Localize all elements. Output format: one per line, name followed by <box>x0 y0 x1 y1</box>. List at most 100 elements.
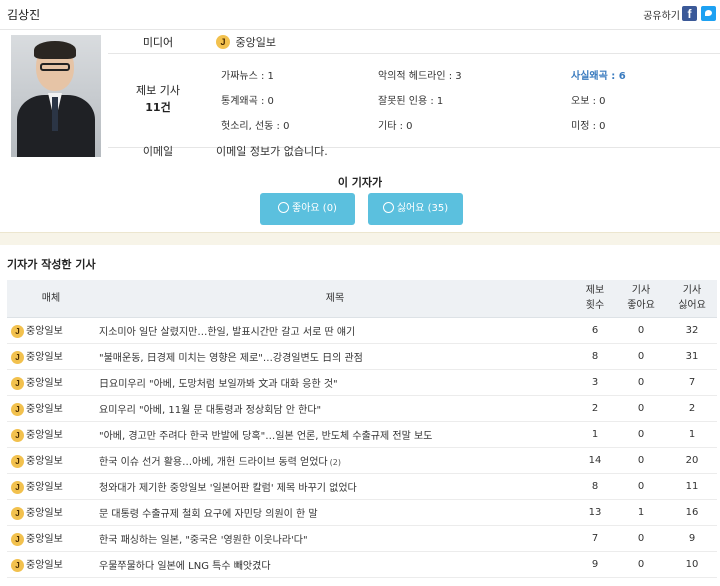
row-likes: 0 <box>615 395 667 422</box>
joongang-logo-icon: J <box>11 480 24 494</box>
row-media-name[interactable]: 중앙일보 <box>26 482 63 493</box>
joongang-logo-icon: J <box>11 350 24 364</box>
row-title[interactable]: 요미우리 "아베, 11월 문 대통령과 정상회담 안 한다" <box>95 395 575 422</box>
joongang-logo-icon: J <box>11 454 24 468</box>
row-media[interactable]: J 중앙일보 <box>7 395 95 422</box>
article-title-link[interactable]: 우물쭈물하다 일본에 LNG 특수 빼앗겼다 <box>99 561 271 572</box>
article-title-link[interactable]: 문 대통령 수출규제 철회 요구에 자민당 의원이 한 말 <box>99 509 318 520</box>
stat-misreport: 오보 : 0 <box>571 96 606 107</box>
row-likes: 0 <box>615 369 667 396</box>
media-row: 미디어 J 중앙일보 <box>108 30 720 54</box>
row-reports: 8 <box>575 343 615 370</box>
facebook-icon[interactable]: f <box>682 6 697 21</box>
report-count-label: 제보 기사 11건 <box>136 84 180 114</box>
article-title-link[interactable]: 청와대가 제기한 중앙일보 '일본어판 칼럼' 제목 바꾸기 없었다 <box>99 483 357 494</box>
row-title[interactable]: 한국 패싱하는 일본, "중국은 '영원한 이웃나라'다" <box>95 525 575 552</box>
row-media-name[interactable]: 중앙일보 <box>26 404 63 415</box>
row-media-name[interactable]: 중앙일보 <box>26 378 63 389</box>
stat-nonsense: 헛소리, 선동 : 0 <box>221 121 290 132</box>
row-dislikes: 1 <box>667 421 717 448</box>
stat-statistics-distortion: 통계왜곡 : 0 <box>221 96 274 107</box>
joongang-logo-icon: J <box>11 376 24 390</box>
row-media-name[interactable]: 중앙일보 <box>26 352 63 363</box>
row-title[interactable]: 우물쭈물하다 일본에 LNG 특수 빼앗겼다 <box>95 551 575 578</box>
report-stats-row: 제보 기사 11건 가짜뉴스 : 1 악의적 헤드라인 : 3 사실왜곡 : 6… <box>108 54 720 148</box>
row-title[interactable]: 청와대가 제기한 중앙일보 '일본어판 칼럼' 제목 바꾸기 없었다 <box>95 473 575 500</box>
col-media: 매체 <box>7 280 95 318</box>
twitter-icon[interactable] <box>701 6 716 21</box>
like-button[interactable]: 좋아요 (0) <box>260 193 355 225</box>
row-media-name[interactable]: 중앙일보 <box>26 430 63 441</box>
reporter-photo <box>11 35 101 157</box>
media-value[interactable]: J 중앙일보 <box>216 34 276 50</box>
row-dislikes: 9 <box>667 525 717 552</box>
article-title-link[interactable]: 요미우리 "아베, 11월 문 대통령과 정상회담 안 한다" <box>99 405 321 416</box>
email-label: 이메일 <box>142 145 174 158</box>
row-media[interactable]: J 중앙일보 <box>7 369 95 396</box>
table-row: J 중앙일보 日요미우리 "아베, 도망처럼 보일까봐 文과 대화 응한 것" 3 0 7 <box>7 369 717 396</box>
article-title-link[interactable]: "아베, 경고만 주려다 한국 반발에 당혹"…일본 언론, 반도체 수출규제 … <box>99 431 432 442</box>
article-title-link[interactable]: 한국 패싱하는 일본, "중국은 '영원한 이웃나라'다" <box>99 535 308 546</box>
smile-icon <box>278 202 290 213</box>
row-title[interactable]: 한국 이슈 선거 활용…아베, 개헌 드라이브 동력 얻었다 (2) <box>95 447 575 474</box>
row-media[interactable]: J 중앙일보 <box>7 343 95 370</box>
row-dislikes: 32 <box>667 317 717 344</box>
row-title[interactable]: "아베, 경고만 주려다 한국 반발에 당혹"…일본 언론, 반도체 수출규제 … <box>95 421 575 448</box>
dislike-button[interactable]: 싫어요 (35) <box>368 193 463 225</box>
stat-distortion: 사실왜곡 : 6 <box>571 71 626 82</box>
row-media[interactable]: J 중앙일보 <box>7 447 95 474</box>
row-title[interactable]: "불매운동, 日경제 미치는 영향은 제로"…강경일변도 日의 관점 <box>95 343 575 370</box>
table-row: J 중앙일보 요미우리 "아베, 11월 문 대통령과 정상회담 안 한다" 2 0 2 <box>7 395 717 422</box>
row-media-name[interactable]: 중앙일보 <box>26 456 63 467</box>
col-reports: 제보 횟수 <box>575 280 615 318</box>
stat-malicious-headline: 악의적 헤드라인 : 3 <box>378 71 462 82</box>
top-bar: 김상진 공유하기 f <box>0 0 720 30</box>
row-title[interactable]: 日요미우리 "아베, 도망처럼 보일까봐 文과 대화 응한 것" <box>95 369 575 396</box>
row-media[interactable]: J 중앙일보 <box>7 551 95 578</box>
joongang-logo-icon: J <box>11 532 24 546</box>
row-media[interactable]: J 중앙일보 <box>7 317 95 344</box>
row-reports: 7 <box>575 525 615 552</box>
row-likes: 1 <box>615 499 667 526</box>
media-name[interactable]: 중앙일보 <box>236 36 276 49</box>
table-row: J 중앙일보 지소미아 일단 살렸지만…한일, 발표시간만 갈고 서로 딴 얘기 6 0… <box>7 317 717 344</box>
row-reports: 2 <box>575 395 615 422</box>
row-likes: 0 <box>615 317 667 344</box>
row-title[interactable]: 지소미아 일단 살렸지만…한일, 발표시간만 갈고 서로 딴 얘기 <box>95 317 575 344</box>
row-likes: 0 <box>615 473 667 500</box>
row-likes: 0 <box>615 551 667 578</box>
articles-table: 매체 제목 제보 횟수 기사 좋아요 기사 싫어요 J 중앙일보 지소미아 일단 살… <box>7 280 717 578</box>
article-title-link[interactable]: 日요미우리 "아베, 도망처럼 보일까봐 文과 대화 응한 것" <box>99 379 338 390</box>
row-media[interactable]: J 중앙일보 <box>7 421 95 448</box>
row-reports: 14 <box>575 447 615 474</box>
row-dislikes: 20 <box>667 447 717 474</box>
joongang-logo-icon: J <box>216 35 230 49</box>
row-likes: 0 <box>615 447 667 474</box>
row-dislikes: 2 <box>667 395 717 422</box>
row-media-name[interactable]: 중앙일보 <box>26 326 63 337</box>
row-media[interactable]: J 중앙일보 <box>7 525 95 552</box>
row-media-name[interactable]: 중앙일보 <box>26 534 63 545</box>
row-media-name[interactable]: 중앙일보 <box>26 508 63 519</box>
row-reports: 13 <box>575 499 615 526</box>
table-header-row: 매체 제목 제보 횟수 기사 좋아요 기사 싫어요 <box>7 280 717 318</box>
article-title-link[interactable]: 지소미아 일단 살렸지만…한일, 발표시간만 갈고 서로 딴 얘기 <box>99 327 355 338</box>
stat-fake-news: 가짜뉴스 : 1 <box>221 71 274 82</box>
joongang-logo-icon: J <box>11 506 24 520</box>
row-title[interactable]: 문 대통령 수출규제 철회 요구에 자민당 의원이 한 말 <box>95 499 575 526</box>
stat-wrong-quote: 잘못된 인용 : 1 <box>378 96 444 107</box>
email-value: 이메일 정보가 없습니다. <box>216 145 328 158</box>
reporter-name: 김상진 <box>7 8 41 22</box>
row-media-name[interactable]: 중앙일보 <box>26 560 63 571</box>
row-media[interactable]: J 중앙일보 <box>7 499 95 526</box>
reporter-profile: 미디어 J 중앙일보 제보 기사 11건 가짜뉴스 : 1 악의적 헤드라인 :… <box>0 30 720 166</box>
row-media[interactable]: J 중앙일보 <box>7 473 95 500</box>
article-title-link[interactable]: "불매운동, 日경제 미치는 영향은 제로"…강경일변도 日의 관점 <box>99 353 363 364</box>
table-row: J 중앙일보 "아베, 경고만 주려다 한국 반발에 당혹"…일본 언론, 반도체 … <box>7 421 717 448</box>
article-title-link[interactable]: 한국 이슈 선거 활용…아베, 개헌 드라이브 동력 얻었다 <box>99 457 328 468</box>
row-dislikes: 31 <box>667 343 717 370</box>
table-row: J 중앙일보 한국 패싱하는 일본, "중국은 '영원한 이웃나라'다" 7 0 9 <box>7 525 717 552</box>
frown-icon <box>382 202 394 213</box>
row-likes: 0 <box>615 343 667 370</box>
joongang-logo-icon: J <box>11 558 24 572</box>
